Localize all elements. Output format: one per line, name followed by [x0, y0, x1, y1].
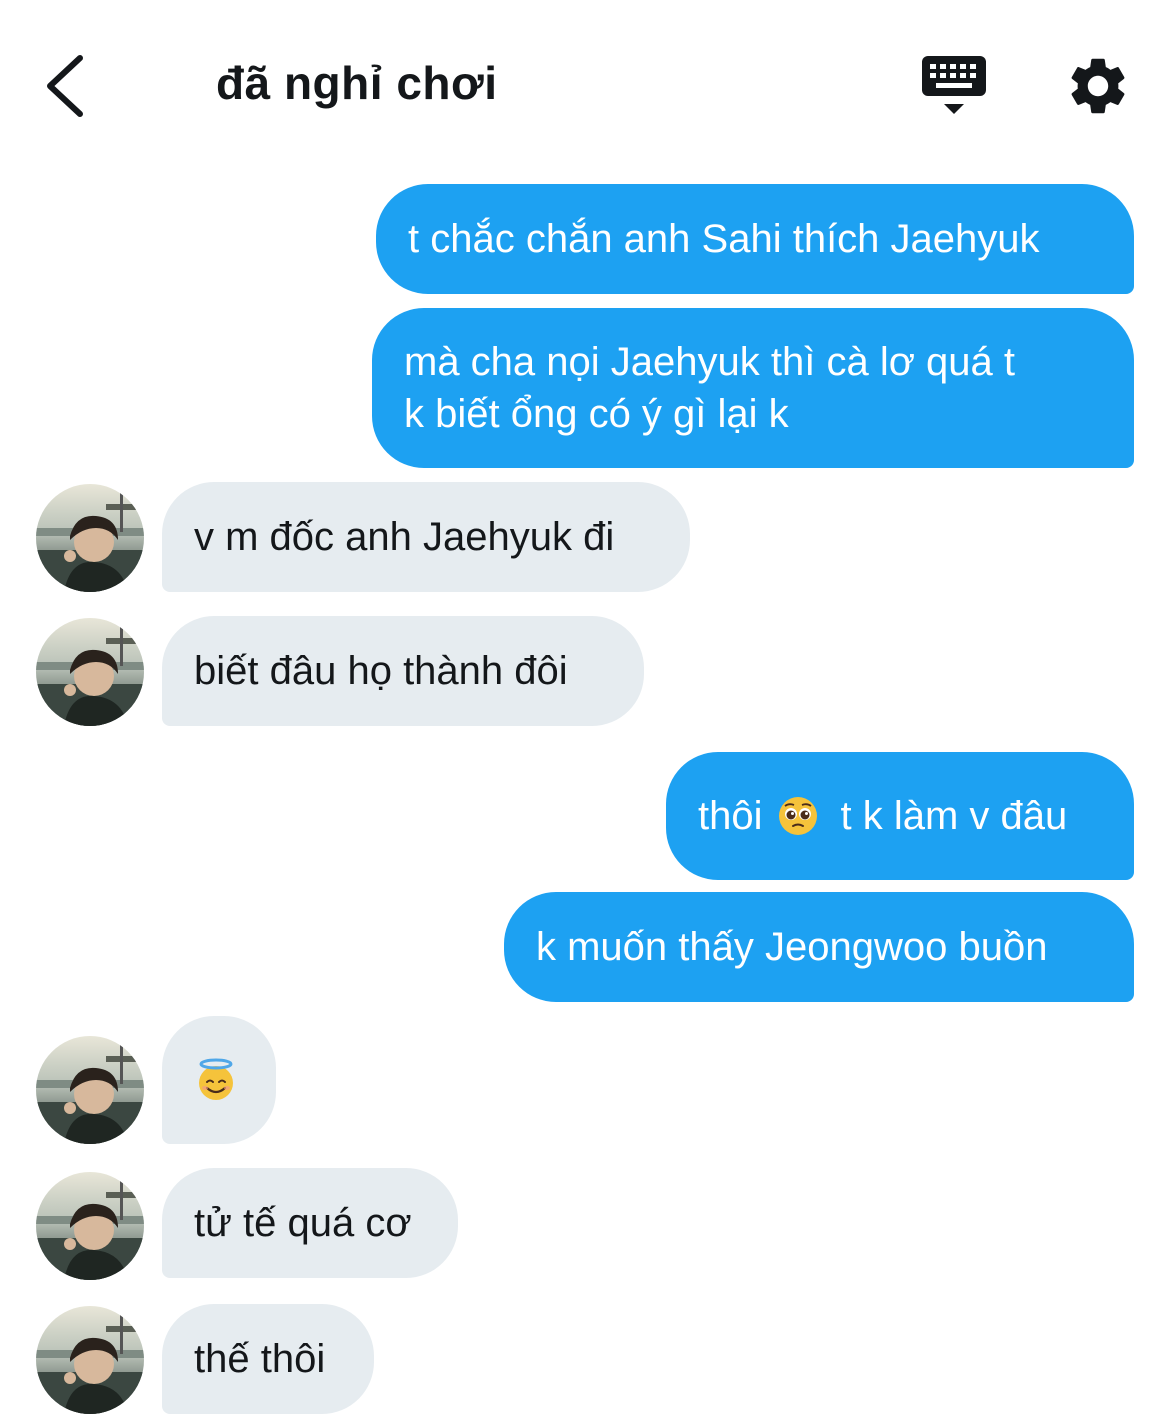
message-bubble-outgoing[interactable]: t chắc chắn anh Sahi thích Jaehyuk	[376, 184, 1134, 294]
avatar[interactable]	[36, 1036, 144, 1144]
message-text: thế thôi	[194, 1337, 326, 1381]
message-bubble-outgoing[interactable]: thôi t k làm v đâu	[666, 752, 1134, 880]
message-text: v m đốc anh Jaehyuk đi	[194, 515, 615, 559]
avatar[interactable]	[36, 1306, 144, 1414]
message-bubble-incoming[interactable]: v m đốc anh Jaehyuk đi	[162, 482, 690, 592]
message-text-line: mà cha nọi Jaehyuk thì cà lơ quá t	[404, 340, 1016, 384]
smiling-face-with-halo-emoji	[199, 1058, 233, 1100]
message-bubble-incoming[interactable]: biết đâu họ thành đôi	[162, 616, 644, 726]
message-text: t chắc chắn anh Sahi thích Jaehyuk	[408, 217, 1040, 261]
conversation-title[interactable]: đã nghỉ chơi	[216, 56, 497, 110]
pleading-face-emoji	[778, 797, 817, 835]
keyboard-icon	[922, 56, 986, 114]
message-bubble-outgoing[interactable]: mà cha nọi Jaehyuk thì cà lơ quá t k biế…	[372, 308, 1134, 468]
back-button[interactable]	[36, 50, 96, 120]
avatar-photo	[36, 618, 144, 726]
message-bubble-incoming[interactable]	[162, 1016, 276, 1144]
settings-button[interactable]	[1064, 52, 1132, 120]
gear-icon	[1071, 58, 1125, 114]
message-text: biết đâu họ thành đôi	[194, 649, 568, 693]
avatar-photo	[36, 484, 144, 592]
message-text: t k làm v đâu	[840, 794, 1068, 838]
avatar[interactable]	[36, 618, 144, 726]
message-text-line: k biết ổng có ý gì lại k	[404, 392, 789, 436]
avatar[interactable]	[36, 484, 144, 592]
avatar-photo	[36, 1306, 144, 1414]
chevron-left-icon	[47, 55, 83, 117]
avatar[interactable]	[36, 1172, 144, 1280]
message-text: thôi	[698, 794, 763, 838]
avatar-photo	[36, 1172, 144, 1280]
message-bubble-outgoing[interactable]: k muốn thấy Jeongwoo buồn	[504, 892, 1134, 1002]
keyboard-button[interactable]	[918, 52, 990, 118]
message-text: tử tế quá cơ	[194, 1201, 412, 1245]
message-text: k muốn thấy Jeongwoo buồn	[536, 925, 1048, 969]
message-bubble-incoming[interactable]: tử tế quá cơ	[162, 1168, 458, 1278]
avatar-photo	[36, 1036, 144, 1144]
chat-header: đã nghỉ chơi	[0, 0, 1170, 160]
message-bubble-incoming[interactable]: thế thôi	[162, 1304, 374, 1414]
